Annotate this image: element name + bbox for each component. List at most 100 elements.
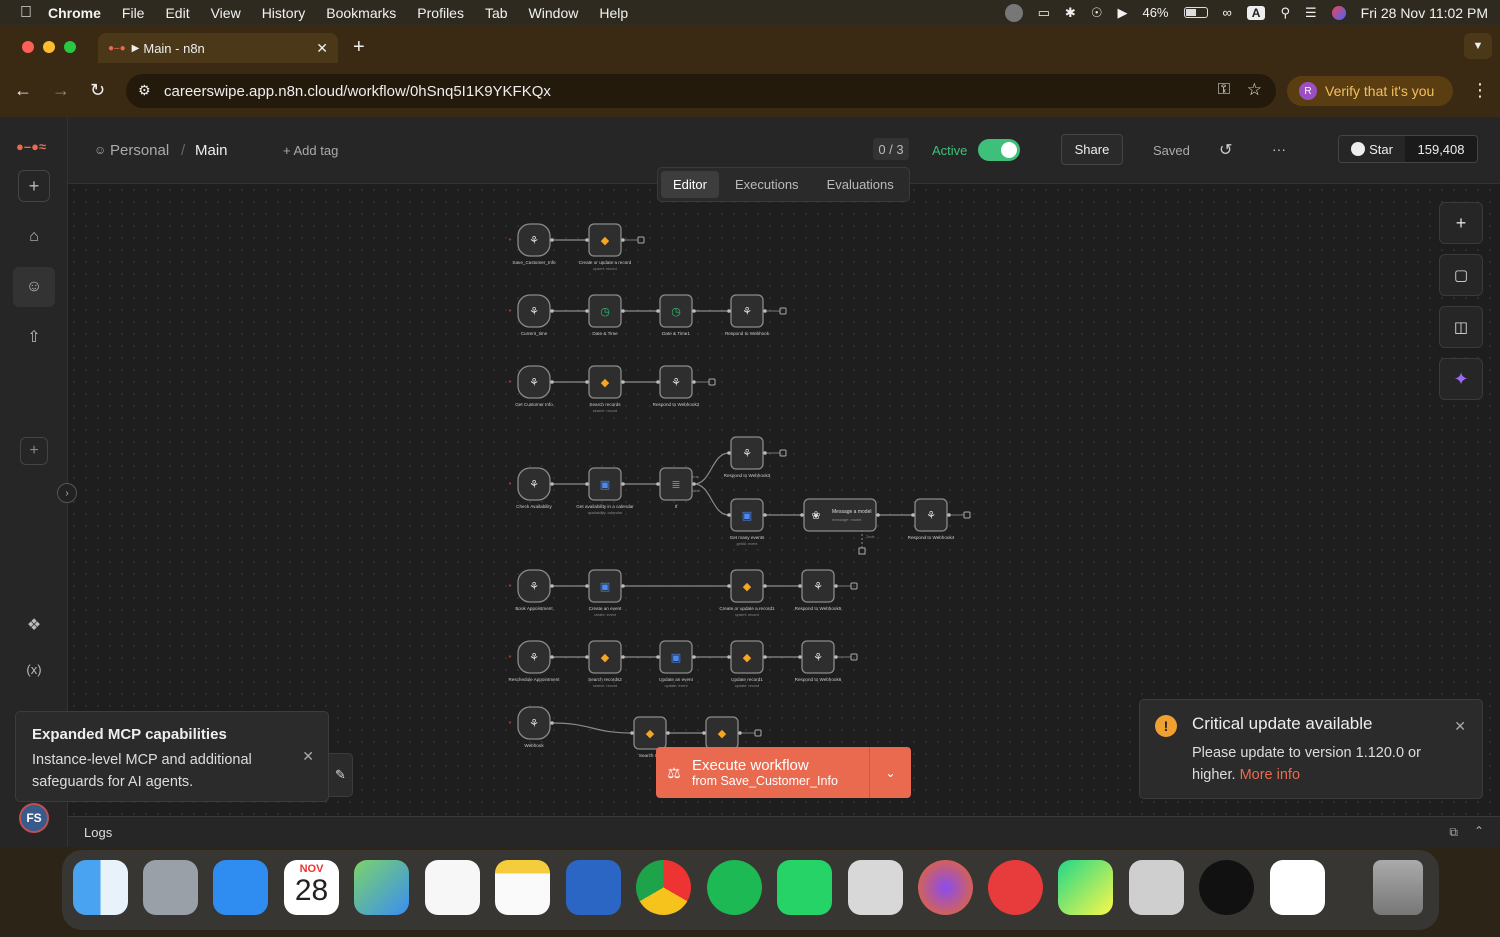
calendar-icon[interactable]: NOV 28 <box>284 860 339 915</box>
tab-editor[interactable]: Editor <box>661 171 719 198</box>
output-handle[interactable] <box>763 513 767 517</box>
menu-help[interactable]: Help <box>599 5 628 21</box>
node-label[interactable]: Respond to Webhook2 <box>653 402 700 407</box>
close-icon[interactable]: ✕ <box>302 748 314 765</box>
node-label[interactable]: Webhook <box>524 743 544 748</box>
node-subtitle[interactable]: update: event <box>664 684 688 688</box>
output-handle[interactable] <box>621 584 625 588</box>
output-handle[interactable] <box>834 655 838 659</box>
expand-sidebar-icon[interactable]: › <box>57 483 77 503</box>
output-handle[interactable] <box>947 513 951 517</box>
node-subtitle[interactable]: create: event <box>594 613 617 617</box>
menu-tab[interactable]: Tab <box>485 5 508 21</box>
workflow-node[interactable]: ⚘ <box>517 467 551 501</box>
variables-icon[interactable]: (x) <box>13 649 55 689</box>
input-handle[interactable] <box>798 655 802 659</box>
output-handle[interactable] <box>550 482 554 486</box>
node-label[interactable]: Date & Time <box>592 331 618 336</box>
password-key-icon[interactable]: ⚿ <box>1218 81 1230 99</box>
notes-icon[interactable] <box>495 860 550 915</box>
workflow-node[interactable]: ⚘ <box>730 294 764 328</box>
add-node-plus-icon[interactable] <box>963 511 971 519</box>
bookmark-star-icon[interactable]: ☆ <box>1247 80 1262 100</box>
trigger-marker-icon[interactable]: * <box>509 482 512 489</box>
workflow-node[interactable]: ≣ <box>659 467 693 501</box>
output-handle[interactable] <box>550 238 554 242</box>
output-handle[interactable] <box>876 513 880 517</box>
workflow-node[interactable]: ⚘ <box>914 498 948 532</box>
input-source[interactable]: A <box>1246 5 1266 20</box>
reload-icon[interactable]: ↻ <box>90 80 105 101</box>
node-label[interactable]: Respond to Webhook5 <box>795 606 842 611</box>
link-icon[interactable]: ∞ <box>1223 5 1232 20</box>
workflow-node[interactable]: ◷ <box>659 294 693 328</box>
input-handle[interactable] <box>727 655 731 659</box>
share-button[interactable]: Share <box>1061 134 1123 165</box>
input-handle[interactable] <box>702 731 706 735</box>
maps-icon[interactable] <box>354 860 409 915</box>
maximize-window-icon[interactable] <box>64 41 76 53</box>
workflow-node[interactable]: ⚘ <box>517 640 551 674</box>
upwork-icon[interactable] <box>1199 860 1254 915</box>
output-handle[interactable] <box>666 731 670 735</box>
node-label[interactable]: Create or update a record1 <box>719 606 775 611</box>
workflow-node[interactable]: ⚘ <box>801 640 835 674</box>
active-toggle[interactable] <box>978 139 1020 161</box>
display-icon[interactable]: ▭ <box>1038 5 1050 21</box>
workflow-node[interactable]: ⚘ <box>517 706 551 740</box>
reminders-icon[interactable] <box>425 860 480 915</box>
workflow-node[interactable]: ◆ <box>588 640 622 674</box>
output-handle[interactable] <box>763 584 767 588</box>
tab-close-icon[interactable]: ✕ <box>316 40 328 57</box>
finder-icon[interactable] <box>73 860 128 915</box>
popout-icon[interactable]: ⧉ <box>1449 825 1458 840</box>
input-handle[interactable] <box>798 584 802 588</box>
tools-plus-handle[interactable] <box>858 547 866 555</box>
menu-window[interactable]: Window <box>529 5 579 21</box>
node-label[interactable]: Date & Time1 <box>662 331 690 336</box>
output-handle[interactable] <box>550 584 554 588</box>
trigger-marker-icon[interactable]: * <box>509 238 512 245</box>
workflow-node[interactable]: ⚘ <box>517 294 551 328</box>
edit-pencil-icon[interactable]: ✎ <box>329 753 353 797</box>
trash-icon[interactable] <box>1373 860 1423 915</box>
apple-icon[interactable]:  <box>20 4 32 22</box>
siri-icon[interactable] <box>1331 5 1346 20</box>
pycharm-icon[interactable] <box>1058 860 1113 915</box>
tab-executions[interactable]: Executions <box>723 171 811 198</box>
execute-workflow-button[interactable]: ⚖ Execute workflow from Save_Customer_In… <box>656 747 911 798</box>
input-handle[interactable] <box>800 513 804 517</box>
firefox-icon[interactable] <box>918 860 973 915</box>
github-star-button[interactable]: Star 159,408 <box>1338 135 1478 163</box>
address-bar[interactable]: ⚙ careerswipe.app.n8n.cloud/workflow/0hS… <box>126 74 1276 108</box>
menu-history[interactable]: History <box>262 5 306 21</box>
input-handle[interactable] <box>911 513 915 517</box>
input-handle[interactable] <box>585 584 589 588</box>
workflow-node[interactable]: ⚘ <box>730 436 764 470</box>
add-node-plus-icon[interactable] <box>779 449 787 457</box>
add-node-plus-icon[interactable] <box>708 378 716 386</box>
node-label[interactable]: Update an event <box>659 677 693 682</box>
accessibility-icon[interactable]: ☉ <box>1091 5 1103 21</box>
output-handle[interactable] <box>550 721 554 725</box>
workflow-node[interactable]: ⚘ <box>517 223 551 257</box>
output-handle[interactable] <box>692 309 696 313</box>
node-label[interactable]: Get many events <box>730 535 765 540</box>
node-label[interactable]: If <box>675 504 678 509</box>
node-label[interactable]: Create or update a record <box>579 260 632 265</box>
workflow-node[interactable]: ⚘ <box>517 365 551 399</box>
share-upload-icon[interactable]: ⇧ <box>13 317 55 357</box>
back-icon[interactable]: ← <box>14 80 32 101</box>
execute-options-chevron-icon[interactable]: ⌄ <box>869 747 911 798</box>
input-handle[interactable] <box>585 482 589 486</box>
add-node-plus-icon[interactable] <box>637 236 645 244</box>
input-handle[interactable] <box>656 655 660 659</box>
output-handle[interactable] <box>550 380 554 384</box>
node-label[interactable]: Search records <box>589 402 621 407</box>
trigger-marker-icon[interactable]: * <box>509 309 512 316</box>
node-subtitle[interactable]: availability: calendar <box>588 511 623 515</box>
add-node-plus-icon[interactable] <box>754 729 762 737</box>
create-button[interactable]: + <box>18 170 50 202</box>
output-handle[interactable] <box>550 309 554 313</box>
node-subtitle[interactable]: getAll: event <box>737 542 759 546</box>
